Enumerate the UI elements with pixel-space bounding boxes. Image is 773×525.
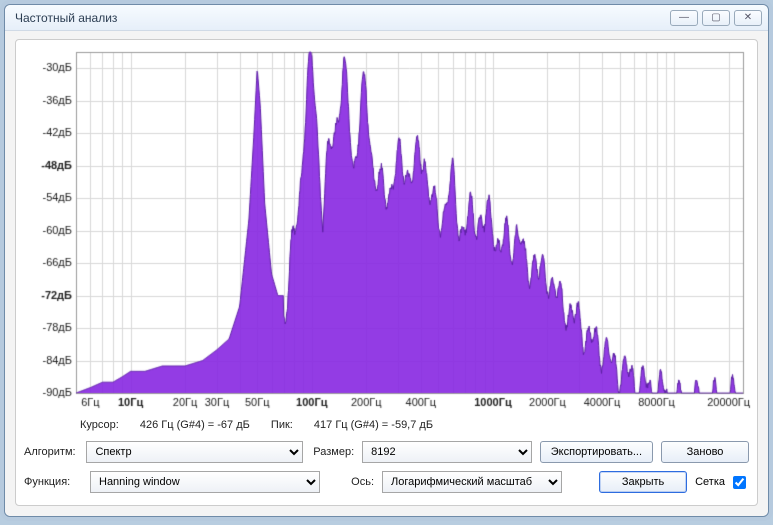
grid-checkbox[interactable] (733, 476, 746, 489)
size-label: Размер: (311, 446, 354, 458)
peak-label: Пик: (271, 419, 293, 431)
export-button[interactable]: Экспортировать... (540, 441, 653, 463)
cursor-value: 426 Гц (G#4) = -67 дБ (140, 419, 250, 431)
cursor-label: Курсор: (80, 419, 119, 431)
function-label: Функция: (24, 476, 82, 488)
grid-label: Сетка (695, 476, 725, 488)
window-title: Частотный анализ (15, 11, 117, 25)
minimize-button[interactable]: — (670, 10, 698, 26)
size-select[interactable]: 8192 (362, 441, 532, 463)
dialog-window: Частотный анализ — ▢ ✕ Курсор: 426 Гц (G… (4, 4, 769, 517)
spectrum-plot[interactable] (22, 46, 751, 415)
maximize-button[interactable]: ▢ (702, 10, 730, 26)
peak-value: 417 Гц (G#4) = -59,7 дБ (314, 419, 433, 431)
axis-label: Ось: (328, 476, 374, 488)
algo-label: Алгоритм: (24, 446, 78, 458)
redo-button[interactable]: Заново (661, 441, 749, 463)
titlebar[interactable]: Частотный анализ — ▢ ✕ (5, 5, 768, 31)
algorithm-select[interactable]: Спектр (86, 441, 303, 463)
cursor-info: Курсор: 426 Гц (G#4) = -67 дБ Пик: 417 Г… (22, 415, 751, 437)
window-function-select[interactable]: Hanning window (90, 471, 320, 493)
close-button[interactable]: Закрыть (599, 471, 687, 493)
close-window-button[interactable]: ✕ (734, 10, 762, 26)
axis-scale-select[interactable]: Логарифмический масштаб (382, 471, 562, 493)
